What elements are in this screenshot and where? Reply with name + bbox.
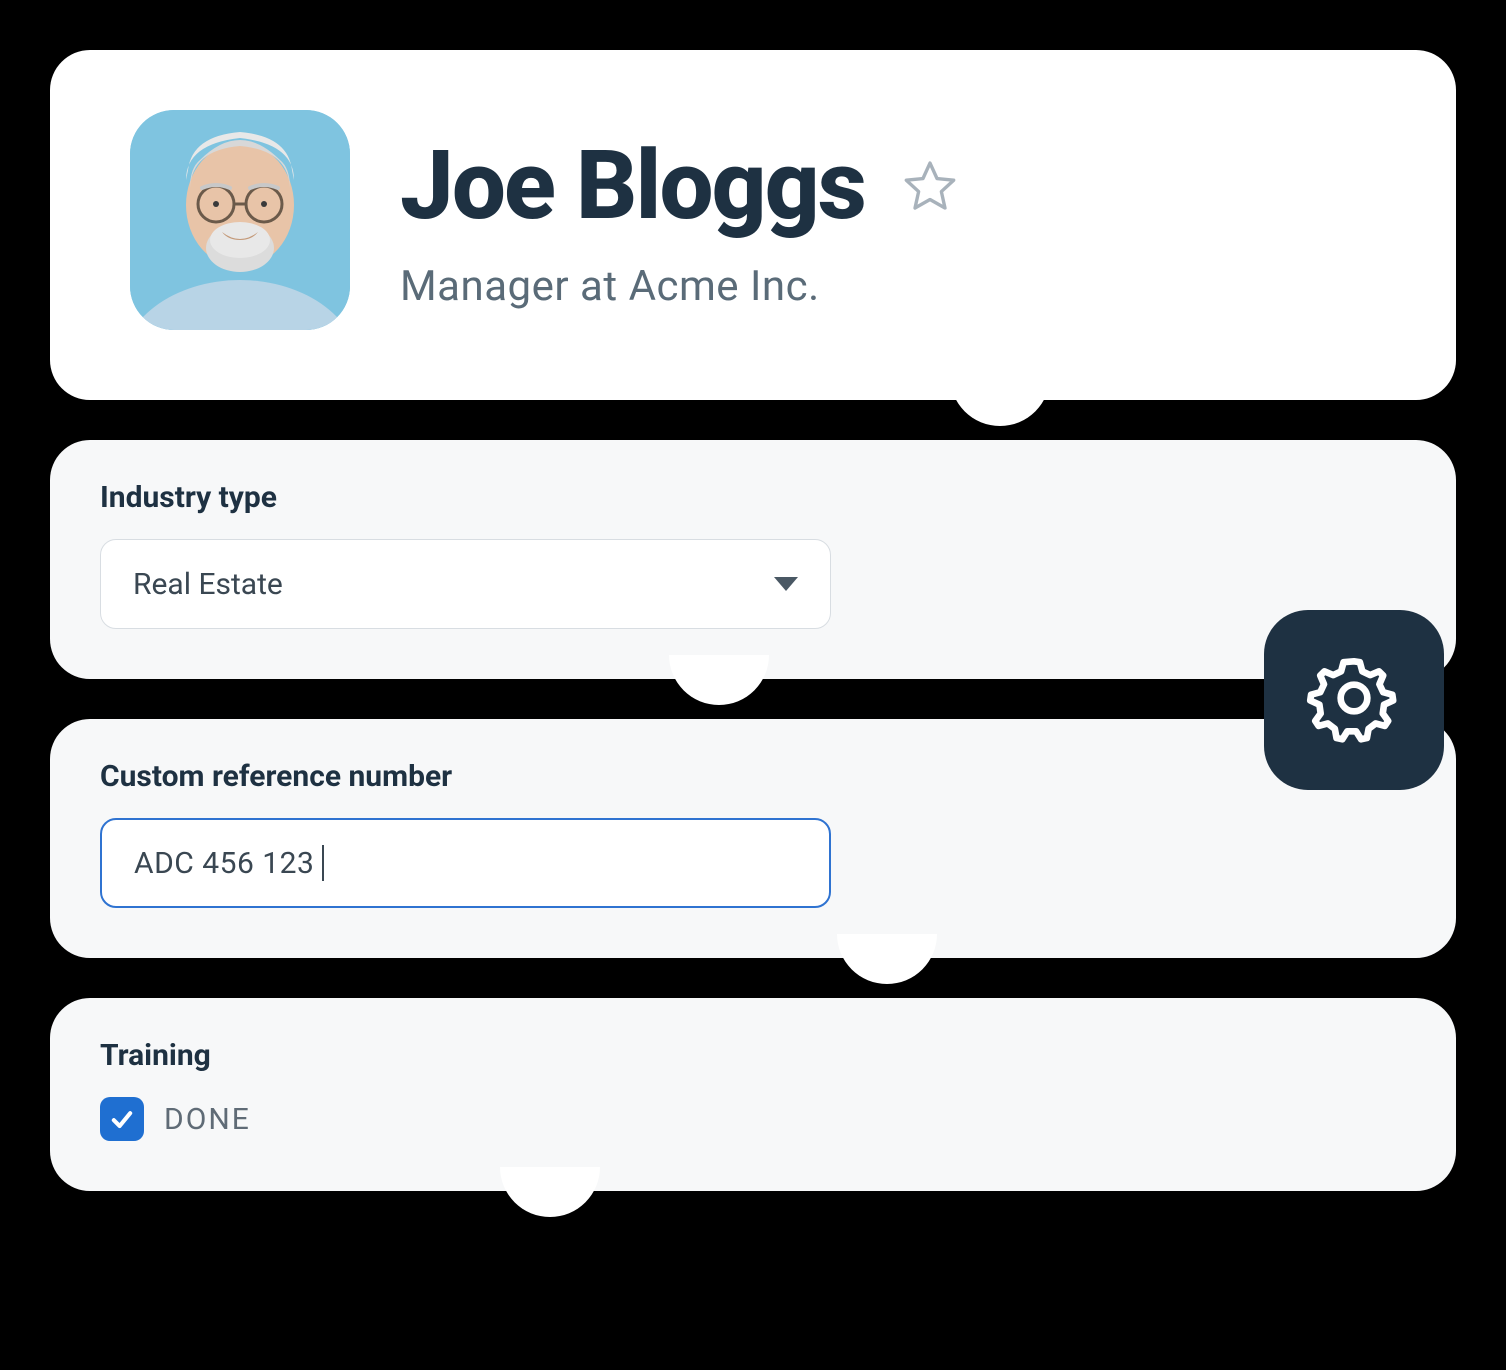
reference-card: Custom reference number ADC 456 123 [50, 719, 1456, 958]
settings-button[interactable] [1264, 610, 1444, 790]
profile-name: Joe Bloggs [400, 130, 865, 242]
training-card: Training DONE [50, 998, 1456, 1191]
training-checkbox[interactable] [100, 1097, 144, 1141]
star-icon[interactable] [901, 157, 959, 215]
reference-label: Custom reference number [100, 759, 1406, 794]
industry-card: Industry type Real Estate [50, 440, 1456, 679]
training-status: DONE [164, 1102, 251, 1137]
industry-label: Industry type [100, 480, 1406, 515]
profile-info: Joe Bloggs Manager at Acme Inc. [400, 130, 1376, 311]
industry-value: Real Estate [133, 567, 283, 602]
training-label: Training [100, 1038, 1406, 1073]
profile-header-card: Joe Bloggs Manager at Acme Inc. [50, 50, 1456, 400]
text-cursor [322, 845, 324, 881]
reference-input[interactable]: ADC 456 123 [100, 818, 831, 908]
gear-icon [1304, 648, 1404, 752]
avatar [130, 110, 350, 330]
chevron-down-icon [774, 577, 798, 591]
reference-value: ADC 456 123 [134, 846, 314, 881]
industry-dropdown[interactable]: Real Estate [100, 539, 831, 629]
profile-subtitle: Manager at Acme Inc. [400, 262, 1376, 311]
